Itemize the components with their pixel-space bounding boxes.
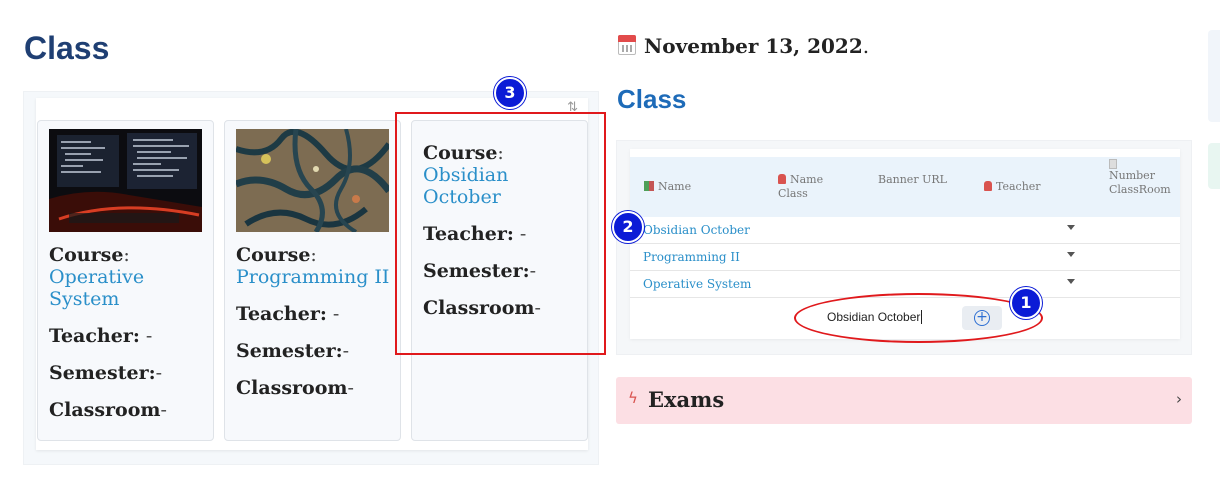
annotation-badge-3: 3 [494,77,526,109]
card-body: Course: Programming II Teacher: - Semeste… [236,244,390,399]
course-label: Course [49,244,124,266]
row-name-link[interactable]: Operative System [643,277,751,291]
card-body: Course: Operative System Teacher: - Semes… [49,244,167,421]
card-cover-image [236,129,389,232]
teacher-value: - [145,325,153,347]
course-label: Course [236,244,311,266]
semester-label: Semester: [236,340,343,362]
date-text: November 13, 2022 [644,34,863,58]
calendar-icon [618,35,636,55]
dropdown-caret-icon[interactable] [1067,252,1075,257]
annotation-highlight-ellipse [794,293,1043,343]
row-name-link[interactable]: Programming II [643,250,740,264]
column-name-class[interactable]: Name Class [778,173,823,201]
card-cover-image [49,129,202,232]
course-link[interactable]: Programming II [236,266,389,288]
column-teacher[interactable]: Teacher [984,180,1041,194]
row-name-link[interactable]: Obsidian October [643,223,750,237]
teacher-label: Teacher: [236,303,327,325]
lightning-icon: ϟ [628,389,638,407]
classroom-value: - [160,399,167,421]
books-icon [644,181,654,191]
exams-section[interactable]: ϟ Exams › [616,377,1192,424]
class-card-operative-system[interactable]: Course: Operative System Teacher: - Semes… [37,120,214,441]
classroom-value: - [347,377,354,399]
exams-title: Exams [648,387,725,412]
chevron-right-icon[interactable]: › [1176,390,1182,408]
tag-icon [984,181,992,191]
class-heading-right: Class [617,84,687,114]
course-link[interactable]: Operative System [49,266,144,310]
side-panel-edge [1208,30,1220,122]
semester-value: - [342,340,350,362]
semester-label: Semester: [49,362,156,384]
table-row[interactable]: Obsidian October [630,217,1180,244]
class-card-programming-ii[interactable]: Course: Programming II Teacher: - Semeste… [224,120,401,441]
annotation-badge-1: 1 [1010,287,1042,319]
classroom-label: Classroom [236,377,348,399]
document-icon [1109,159,1117,169]
dropdown-caret-icon[interactable] [1067,225,1075,230]
table-header: Name Name Class Banner URL Teacher Number… [630,157,1180,217]
teacher-value: - [332,303,340,325]
classroom-label: Classroom [49,399,161,421]
class-heading-left: Class [24,30,110,66]
date-line: November 13, 2022. [618,34,869,58]
table-row[interactable]: Programming II [630,244,1180,271]
date-suffix: . [862,34,870,58]
semester-value: - [155,362,163,384]
column-number-classroom[interactable]: Number ClassRoom [1109,159,1171,197]
column-name[interactable]: Name [644,180,691,194]
tag-icon [778,174,786,184]
annotation-badge-2: 2 [612,211,644,243]
dropdown-caret-icon[interactable] [1067,279,1075,284]
teacher-label: Teacher: [49,325,140,347]
side-panel-edge [1208,143,1220,189]
annotation-highlight-rect [395,112,606,355]
column-banner-url[interactable]: Banner URL [878,173,947,187]
